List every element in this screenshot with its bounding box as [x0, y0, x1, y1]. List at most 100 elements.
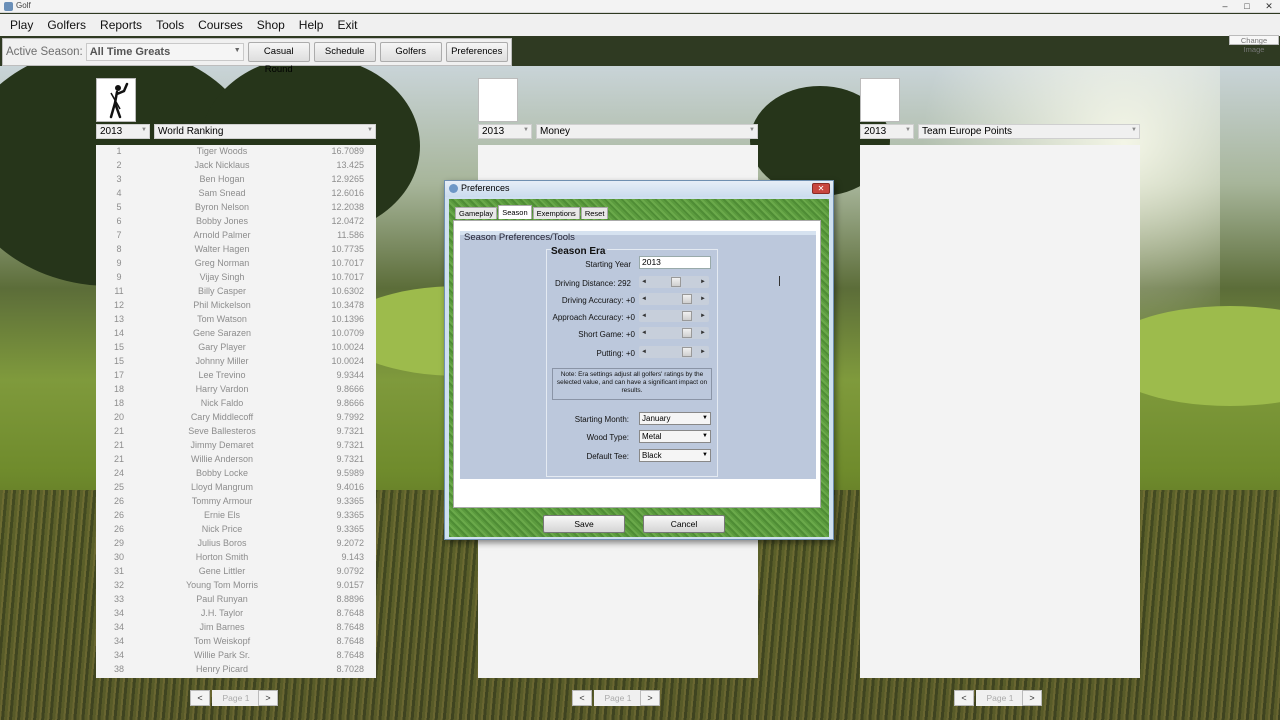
table-row[interactable]: 8 Walter Hagen 10.7735: [96, 243, 376, 257]
putting-slider[interactable]: ◄ ►: [639, 346, 709, 358]
slider-thumb[interactable]: [681, 328, 692, 338]
table-row[interactable]: 34 Willie Park Sr. 8.7648: [96, 649, 376, 663]
table-row[interactable]: 11 Billy Casper 10.6302: [96, 285, 376, 299]
table-row[interactable]: 9 Vijay Singh 10.7017: [96, 271, 376, 285]
menu-reports[interactable]: Reports: [93, 18, 149, 32]
next-page-button[interactable]: >: [640, 690, 660, 706]
table-row[interactable]: 25 Lloyd Mangrum 9.4016: [96, 481, 376, 495]
table-row[interactable]: 5 Byron Nelson 12.2038: [96, 201, 376, 215]
table-row[interactable]: 34 J.H. Taylor 8.7648: [96, 607, 376, 621]
driving-accuracy-slider[interactable]: ◄ ►: [639, 293, 709, 305]
wood-type-select[interactable]: Metal ▼: [639, 430, 711, 443]
table-row[interactable]: 26 Nick Price 9.3365: [96, 523, 376, 537]
menu-tools[interactable]: Tools: [149, 18, 191, 32]
golfer-name-cell: Byron Nelson: [194, 202, 250, 212]
slider-thumb[interactable]: [671, 277, 681, 287]
menu-help[interactable]: Help: [292, 18, 331, 32]
table-row[interactable]: 7 Arnold Palmer 11.586: [96, 229, 376, 243]
menu-courses[interactable]: Courses: [191, 18, 250, 32]
table-row[interactable]: 18 Nick Faldo 9.8666: [96, 397, 376, 411]
points-cell: 16.7089: [331, 146, 364, 156]
cancel-button[interactable]: Cancel: [643, 515, 725, 533]
ranking-list[interactable]: [860, 145, 1140, 678]
tab-gameplay[interactable]: Gameplay: [455, 207, 498, 219]
table-row[interactable]: 32 Young Tom Morris 9.0157: [96, 579, 376, 593]
tab-exemptions[interactable]: Exemptions: [532, 207, 580, 219]
starting-year-input[interactable]: 2013: [639, 256, 711, 269]
table-row[interactable]: 13 Tom Watson 10.1396: [96, 313, 376, 327]
golfers-button[interactable]: Golfers: [379, 42, 442, 62]
change-image-button[interactable]: Change Image: [1229, 35, 1279, 54]
menu-golfers[interactable]: Golfers: [40, 18, 93, 32]
next-page-button[interactable]: >: [1022, 690, 1042, 706]
golfer-name-cell: Walter Hagen: [194, 244, 250, 254]
short-game-slider[interactable]: ◄ ►: [639, 327, 709, 339]
panel-3-category-select[interactable]: Team Europe Points ▼: [918, 124, 1140, 139]
slider-thumb[interactable]: [681, 294, 692, 304]
schedule-button[interactable]: Schedule: [313, 42, 376, 62]
table-row[interactable]: 34 Tom Weiskopf 8.7648: [96, 635, 376, 649]
table-row[interactable]: 17 Lee Trevino 9.9344: [96, 369, 376, 383]
table-row[interactable]: 3 Ben Hogan 12.9265: [96, 173, 376, 187]
table-row[interactable]: 12 Phil Mickelson 10.3478: [96, 299, 376, 313]
table-row[interactable]: 15 Johnny Miller 10.0024: [96, 355, 376, 369]
short-game-label: Short Game: +0: [578, 330, 635, 339]
maximize-button[interactable]: □: [1238, 0, 1256, 12]
driving-distance-slider[interactable]: ◄ ►: [639, 276, 709, 288]
starting-month-select[interactable]: January ▼: [639, 412, 711, 425]
ranking-list[interactable]: 1 Tiger Woods 16.7089 2 Jack Nicklaus 13.425 3…: [96, 145, 376, 678]
table-row[interactable]: 21 Seve Ballesteros 9.7321: [96, 425, 376, 439]
table-row[interactable]: 26 Tommy Armour 9.3365: [96, 495, 376, 509]
slider-thumb[interactable]: [681, 311, 692, 321]
tab-season[interactable]: Season: [498, 205, 532, 219]
menu-play[interactable]: Play: [3, 18, 40, 32]
default-tee-select[interactable]: Black ▼: [639, 449, 711, 462]
menu-exit[interactable]: Exit: [330, 18, 364, 32]
table-row[interactable]: 15 Gary Player 10.0024: [96, 341, 376, 355]
table-row[interactable]: 24 Bobby Locke 9.5989: [96, 467, 376, 481]
panel-3-year-value: 2013: [864, 126, 887, 137]
tab-reset[interactable]: Reset: [580, 207, 609, 219]
golfer-name-cell: Willie Anderson: [190, 454, 254, 464]
table-row[interactable]: 14 Gene Sarazen 10.0709: [96, 327, 376, 341]
table-row[interactable]: 20 Cary Middlecoff 9.7992: [96, 411, 376, 425]
table-row[interactable]: 9 Greg Norman 10.7017: [96, 257, 376, 271]
casual-round-button[interactable]: Casual Round: [247, 42, 310, 75]
table-row[interactable]: 1 Tiger Woods 16.7089: [96, 145, 376, 159]
panel-1-year-select[interactable]: 2013 ▼: [96, 124, 150, 139]
table-row[interactable]: 31 Gene Littler 9.0792: [96, 565, 376, 579]
slider-thumb[interactable]: [681, 347, 692, 357]
panel-3-year-select[interactable]: 2013 ▼: [860, 124, 914, 139]
starting-year-label: Starting Year: [585, 260, 631, 269]
panel-2-year-select[interactable]: 2013 ▼: [478, 124, 532, 139]
points-cell: 9.7321: [336, 454, 364, 464]
next-page-button[interactable]: >: [258, 690, 278, 706]
table-row[interactable]: 6 Bobby Jones 12.0472: [96, 215, 376, 229]
table-row[interactable]: 18 Harry Vardon 9.8666: [96, 383, 376, 397]
prev-page-button[interactable]: <: [954, 690, 974, 706]
table-row[interactable]: 33 Paul Runyan 8.8896: [96, 593, 376, 607]
rank-cell: 17: [113, 370, 124, 380]
table-row[interactable]: 34 Jim Barnes 8.7648: [96, 621, 376, 635]
menu-shop[interactable]: Shop: [250, 18, 292, 32]
minimize-button[interactable]: –: [1216, 0, 1234, 12]
close-icon[interactable]: ✕: [812, 183, 830, 194]
active-season-select[interactable]: All Time Greats ▼: [85, 43, 244, 61]
table-row[interactable]: 2 Jack Nicklaus 13.425: [96, 159, 376, 173]
table-row[interactable]: 4 Sam Snead 12.6016: [96, 187, 376, 201]
preferences-button[interactable]: Preferences: [445, 42, 508, 62]
approach-accuracy-slider[interactable]: ◄ ►: [639, 310, 709, 322]
save-button[interactable]: Save: [543, 515, 625, 533]
panel-2-category-select[interactable]: Money ▼: [536, 124, 758, 139]
table-row[interactable]: 38 Henry Picard 8.7028: [96, 663, 376, 677]
table-row[interactable]: 29 Julius Boros 9.2072: [96, 537, 376, 551]
table-row[interactable]: 21 Willie Anderson 9.7321: [96, 453, 376, 467]
prev-page-button[interactable]: <: [572, 690, 592, 706]
panel-1-category-select[interactable]: World Ranking ▼: [154, 124, 376, 139]
table-row[interactable]: 30 Horton Smith 9.143: [96, 551, 376, 565]
table-row[interactable]: 26 Ernie Els 9.3365: [96, 509, 376, 523]
table-row[interactable]: 21 Jimmy Demaret 9.7321: [96, 439, 376, 453]
prev-page-button[interactable]: <: [190, 690, 210, 706]
rank-cell: 32: [113, 580, 124, 590]
close-window-button[interactable]: ✕: [1260, 0, 1278, 12]
